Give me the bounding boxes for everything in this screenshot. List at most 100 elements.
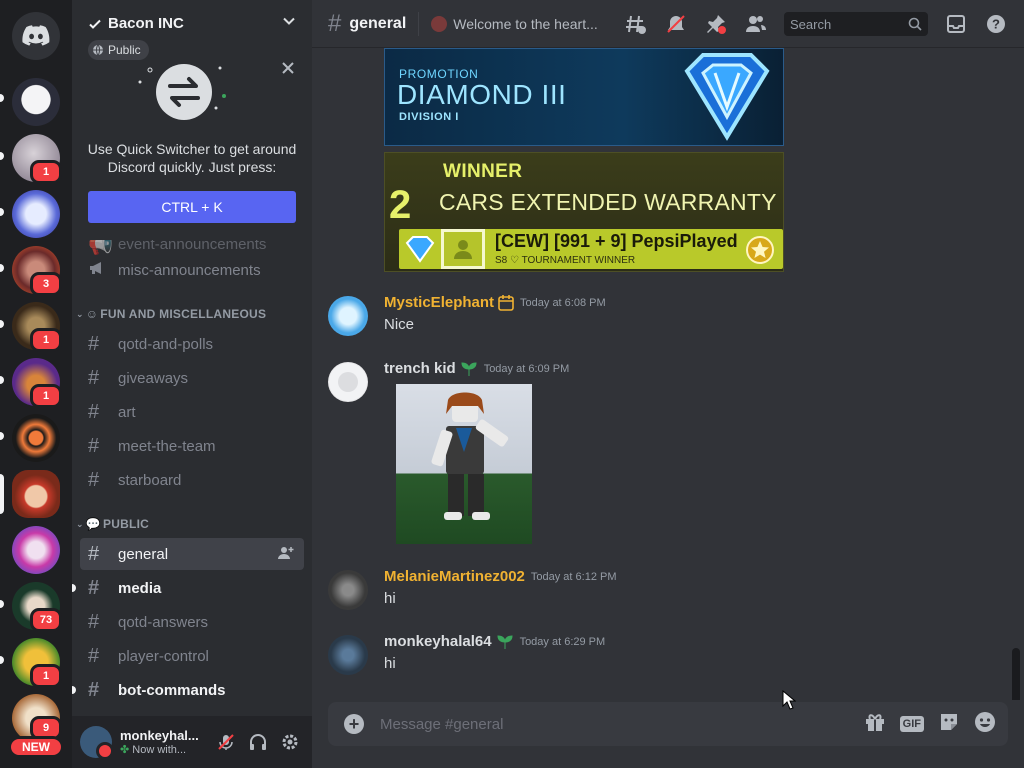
discord-home-button[interactable]: [12, 12, 60, 60]
server-icon[interactable]: 3: [12, 246, 62, 296]
mention-badge: 1: [30, 384, 62, 408]
user-info[interactable]: monkeyhal... ✤ Now with...: [120, 728, 210, 756]
server-icon[interactable]: [12, 526, 60, 574]
chevron-down-icon: [282, 14, 296, 33]
inbox-icon[interactable]: [944, 12, 968, 36]
roblox-avatar-image[interactable]: [396, 384, 532, 544]
message: MelanieMartinez002 Today at 6:12 PM hi: [328, 568, 1008, 612]
server-icon-active[interactable]: [12, 470, 60, 518]
invite-member-icon[interactable]: [278, 546, 294, 564]
channel-general[interactable]: # general: [80, 538, 304, 570]
server-icon[interactable]: [12, 78, 60, 126]
author-avatar[interactable]: [328, 362, 368, 402]
public-badge[interactable]: Public: [88, 40, 149, 60]
message-input[interactable]: Message #general: [380, 716, 864, 733]
server-avatar: [12, 526, 60, 574]
unread-pill: [0, 432, 4, 440]
category-fun-and-miscellaneous[interactable]: ⌄ ☺ FUN AND MISCELLANEOUS: [76, 304, 266, 324]
author-name[interactable]: MelanieMartinez002: [384, 568, 525, 585]
channel-player-control[interactable]: # player-control: [80, 640, 304, 672]
channel-label: starboard: [118, 471, 182, 489]
author-name[interactable]: MysticElephant: [384, 294, 494, 311]
hash-icon: #: [88, 542, 100, 565]
username: monkeyhal...: [120, 728, 199, 743]
server-icon[interactable]: 73: [12, 582, 62, 632]
chevron-down-icon: ⌄: [76, 308, 84, 319]
channel-misc-announcements[interactable]: misc-announcements: [80, 254, 304, 286]
threads-icon[interactable]: [624, 12, 648, 36]
hash-icon: #: [88, 468, 100, 491]
hash-icon: #: [88, 610, 100, 633]
user-settings-button[interactable]: [274, 726, 306, 758]
server-icon[interactable]: [12, 190, 60, 238]
pinned-messages-icon[interactable]: [704, 12, 728, 36]
mention-badge: 73: [30, 608, 62, 632]
channel-topbar: # general Welcome to the heart... Search…: [312, 0, 1024, 48]
channel-starboard[interactable]: # starboard: [80, 464, 304, 496]
channel-label: media: [118, 579, 162, 597]
mute-mic-button[interactable]: [210, 726, 242, 758]
channel-label: bot-commands: [118, 681, 226, 699]
server-icon[interactable]: 1: [12, 134, 62, 184]
author-avatar[interactable]: [328, 570, 368, 610]
diamond-rank-icon: [679, 51, 775, 146]
guild-name-row[interactable]: Bacon INC: [88, 14, 296, 33]
hash-icon: #: [88, 332, 100, 355]
hash-icon: #: [88, 576, 100, 599]
author-name[interactable]: trench kid: [384, 360, 456, 377]
channel-qotd-and-polls[interactable]: # qotd-and-polls: [80, 328, 304, 360]
channel-bot-commands[interactable]: # bot-commands: [72, 674, 304, 706]
category-public[interactable]: ⌄ 💬 PUBLIC: [76, 514, 149, 534]
channel-media[interactable]: # media: [72, 572, 304, 604]
search-icon: [908, 17, 922, 34]
emoji-icon: ☺: [85, 307, 99, 321]
globe-icon: [92, 44, 104, 56]
search-input[interactable]: Search: [784, 12, 928, 36]
channel-meet-the-team[interactable]: # meet-the-team: [80, 430, 304, 462]
author-name[interactable]: monkeyhalal64: [384, 633, 492, 650]
player-avatar-icon: [441, 229, 485, 269]
author-avatar[interactable]: [328, 635, 368, 675]
message-scrollbar[interactable]: [1012, 648, 1020, 700]
close-icon[interactable]: [280, 60, 296, 76]
channel-label: event-announcements: [118, 240, 267, 253]
channel-qotd-answers[interactable]: # qotd-answers: [80, 606, 304, 638]
hash-icon: #: [328, 9, 342, 37]
server-icon[interactable]: 1: [12, 302, 62, 352]
channel-label: giveaways: [118, 369, 189, 387]
add-attachment-icon[interactable]: +: [344, 714, 364, 734]
channel-art[interactable]: # art: [80, 396, 304, 428]
deafen-button[interactable]: [242, 726, 274, 758]
notification-muted-icon[interactable]: [664, 12, 688, 36]
chat-main: # general Welcome to the heart... Search…: [312, 0, 1024, 768]
rank-promotion-image[interactable]: PROMOTION DIAMOND III DIVISION I: [384, 48, 784, 146]
sticker-icon[interactable]: [938, 711, 960, 738]
help-icon[interactable]: ?: [984, 12, 1008, 36]
discord-app: 1 3 1 1 73 1 9 NEW Bacon INC Public Use …: [0, 0, 1024, 768]
quick-switcher-illustration: [134, 62, 234, 122]
emoji-icon[interactable]: [974, 711, 996, 738]
placement-number: 2: [389, 183, 412, 227]
message-composer[interactable]: + Message #general GIF: [328, 702, 1008, 746]
channel-giveaways[interactable]: # giveaways: [80, 362, 304, 394]
mouse-cursor-icon: [782, 690, 796, 710]
message-header: MysticElephant Today at 6:08 PM: [384, 294, 606, 311]
server-icon[interactable]: [12, 414, 60, 462]
hash-icon: #: [88, 644, 100, 667]
category-label: FUN AND MISCELLANEOUS: [100, 307, 267, 321]
user-avatar[interactable]: [80, 726, 114, 760]
tournament-winner-image[interactable]: WINNER 2 CARS EXTENDED WARRANTY [CEW] [9…: [384, 152, 784, 272]
channel-topic[interactable]: Welcome to the heart...: [431, 15, 601, 32]
server-icon[interactable]: 1: [12, 358, 62, 408]
gif-button[interactable]: GIF: [899, 716, 924, 732]
topbar-right-actions: ?: [944, 12, 1008, 36]
server-avatar: [12, 470, 60, 518]
quick-switcher-button[interactable]: CTRL + K: [88, 191, 296, 223]
author-avatar[interactable]: [328, 296, 368, 336]
member-list-icon[interactable]: [744, 12, 768, 36]
gift-icon[interactable]: [864, 711, 886, 738]
sprout-icon: [496, 634, 514, 650]
server-icon[interactable]: 1: [12, 638, 62, 688]
server-icon[interactable]: 9: [12, 694, 62, 742]
new-unreads-badge[interactable]: NEW: [8, 736, 64, 758]
